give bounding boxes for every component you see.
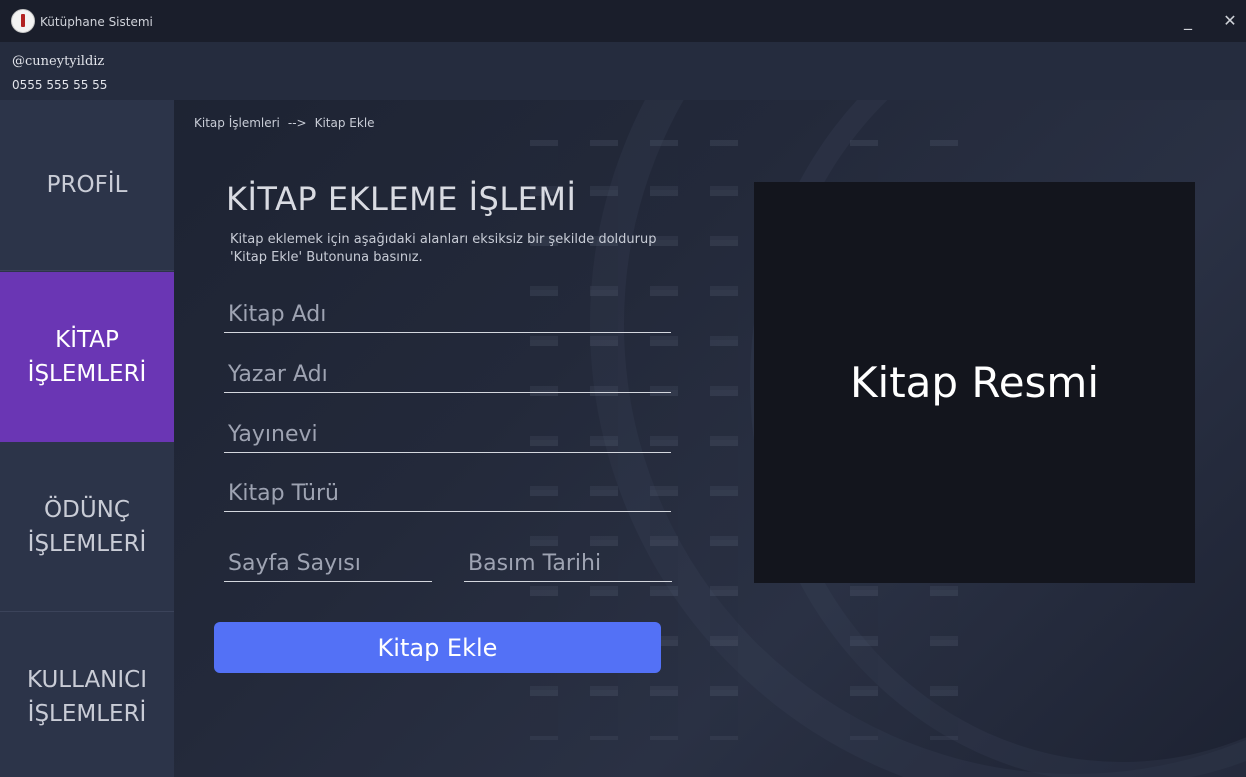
app-window: Kütüphane Sistemi _ ✕ @cuneytyildiz 0555… <box>0 0 1246 777</box>
breadcrumb: Kitap İşlemleri --> Kitap Ekle <box>194 116 375 130</box>
form-description: Kitap eklemek için aşağıdaki alanları ek… <box>230 232 657 265</box>
book-image-panel[interactable]: Kitap Resmi <box>754 182 1195 583</box>
publisher-field <box>224 412 671 453</box>
sidebar-divider <box>0 270 174 271</box>
breadcrumb-current: Kitap Ekle <box>314 116 375 130</box>
sidebar: PROFİL KİTAP İŞLEMLERİ ÖDÜNÇ İŞLEMLERİ K… <box>0 100 174 777</box>
user-info-bar: @cuneytyildiz 0555 555 55 55 <box>0 42 1246 100</box>
page-count-input[interactable] <box>226 550 430 577</box>
author-name-input[interactable] <box>226 361 660 388</box>
user-handle: @cuneytyildiz <box>12 54 105 69</box>
book-image-label: Kitap Resmi <box>849 358 1100 407</box>
publisher-input[interactable] <box>226 421 660 448</box>
minimize-button[interactable]: _ <box>1176 9 1200 33</box>
breadcrumb-parent[interactable]: Kitap İşlemleri <box>194 116 280 130</box>
book-name-input[interactable] <box>226 301 660 328</box>
sidebar-item-book-operations[interactable]: KİTAP İŞLEMLERİ <box>0 272 174 442</box>
author-name-field <box>224 352 671 393</box>
sidebar-item-user-operations[interactable]: KULLANICI İŞLEMLERİ <box>0 612 174 777</box>
title-bar: Kütüphane Sistemi _ ✕ <box>0 0 1246 42</box>
add-book-button[interactable]: Kitap Ekle <box>214 622 661 673</box>
user-phone: 0555 555 55 55 <box>12 78 108 92</box>
print-date-field <box>464 541 672 582</box>
book-type-field <box>224 471 671 512</box>
sidebar-item-profile[interactable]: PROFİL <box>0 100 174 270</box>
page-title: KİTAP EKLEME İŞLEMİ <box>226 180 577 218</box>
page-count-field <box>224 541 432 582</box>
breadcrumb-separator: --> <box>287 116 307 130</box>
book-type-input[interactable] <box>226 480 660 507</box>
close-button[interactable]: ✕ <box>1218 9 1242 33</box>
book-name-field <box>224 292 671 333</box>
library-logo-icon <box>11 9 35 33</box>
sidebar-item-loan-operations[interactable]: ÖDÜNÇ İŞLEMLERİ <box>0 442 174 612</box>
window-title: Kütüphane Sistemi <box>40 15 153 29</box>
print-date-input[interactable] <box>466 550 670 577</box>
